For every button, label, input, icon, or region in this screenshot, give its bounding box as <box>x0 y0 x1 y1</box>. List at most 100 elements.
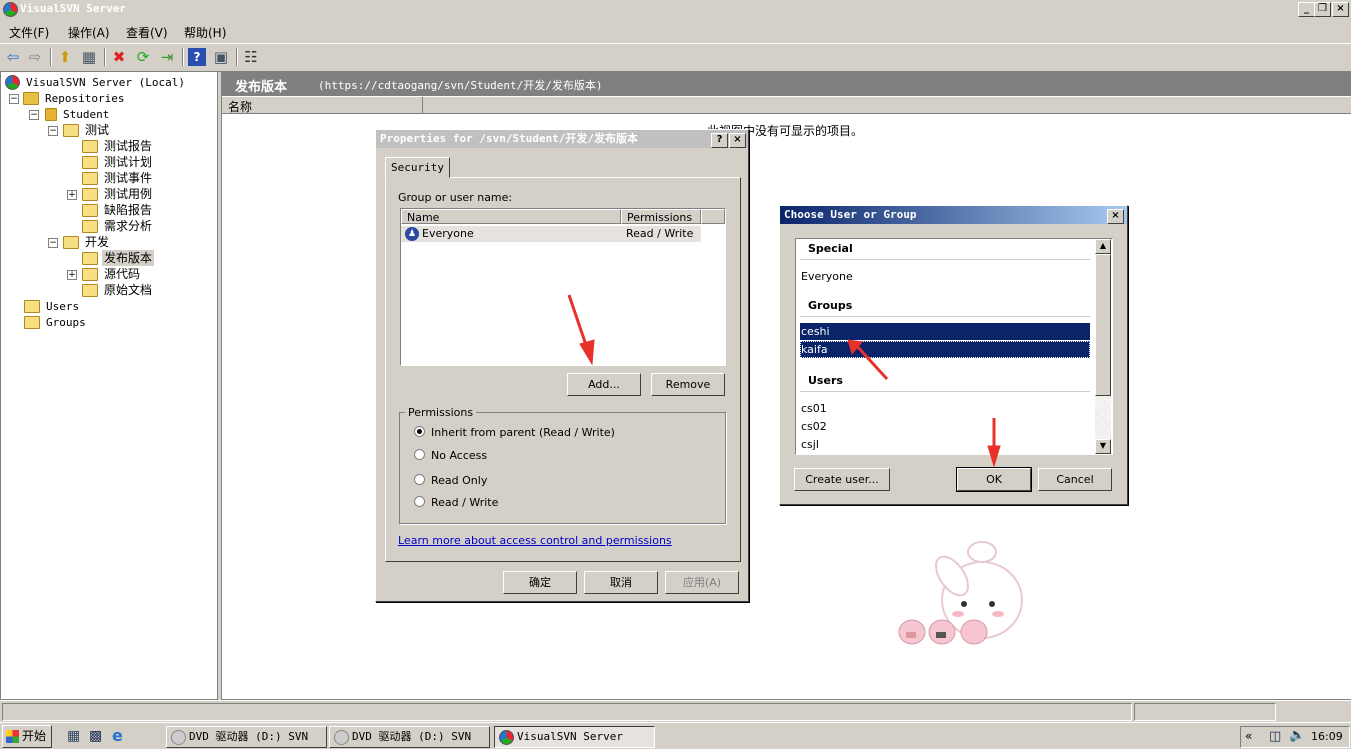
export-icon[interactable]: ⇥ <box>158 48 176 66</box>
tree-node-ceshi[interactable]: 测试 <box>63 122 111 138</box>
expand-icon[interactable]: + <box>67 270 77 280</box>
special-header: Special <box>808 242 853 255</box>
tree-node-docs[interactable]: 原始文档 <box>82 282 154 298</box>
refresh-icon[interactable]: ⟳ <box>134 48 152 66</box>
collapse-icon[interactable]: − <box>48 126 58 136</box>
col-permissions[interactable]: Permissions <box>621 209 701 224</box>
list-item-kaifa[interactable]: kaifa <box>800 341 1090 358</box>
close-window-button[interactable]: × <box>1332 2 1349 17</box>
task-dvd-1[interactable]: DVD 驱动器 (D:) SVN <box>166 726 327 748</box>
forward-icon[interactable]: ⇨ <box>26 48 44 66</box>
desktop-icon[interactable]: ▩ <box>89 728 102 744</box>
divider <box>800 259 1090 260</box>
acl-row-perm: Read / Write <box>626 227 694 240</box>
restore-button[interactable]: ❐ <box>1314 2 1331 17</box>
tray-chevron[interactable]: « <box>1245 729 1252 743</box>
task-dvd-2[interactable]: DVD 驱动器 (D:) SVN <box>329 726 490 748</box>
network-icon[interactable]: ◫ <box>1269 729 1281 744</box>
folder-icon <box>63 124 79 137</box>
tree-node-student[interactable]: Student <box>45 106 111 122</box>
col-name[interactable]: Name <box>401 209 621 224</box>
back-icon[interactable]: ⇦ <box>4 48 22 66</box>
permissions-group-label: Permissions <box>405 406 477 419</box>
tree-node-source[interactable]: 源代码 <box>82 266 142 282</box>
tree-node-label: 发布版本 <box>102 250 155 266</box>
list-item-cs01[interactable]: cs01 <box>801 402 827 415</box>
folder-icon <box>63 236 79 249</box>
menu-view[interactable]: 查看(V) <box>126 24 168 41</box>
minimize-button[interactable]: _ <box>1298 2 1315 17</box>
tree-node-ceshi-case[interactable]: 测试用例 <box>82 186 154 202</box>
scroll-thumb[interactable] <box>1095 254 1111 396</box>
choose-list[interactable]: Special Everyone Groups ceshi kaifa User… <box>795 238 1113 455</box>
tree-node-users[interactable]: Users <box>24 298 81 314</box>
ok-button[interactable]: OK <box>956 467 1032 492</box>
delete-icon[interactable]: ✖ <box>110 48 128 66</box>
tree-node-label: Student <box>63 108 110 121</box>
help-icon[interactable]: ? <box>188 48 206 66</box>
radio-label: Inherit from parent (Read / Write) <box>431 426 615 439</box>
tree-node-server[interactable]: VisualSVN Server (Local) <box>5 74 187 90</box>
remove-button[interactable]: Remove <box>651 373 725 396</box>
close-icon[interactable]: × <box>1107 209 1124 224</box>
start-label: 开始 <box>22 729 47 743</box>
cancel-button[interactable]: Cancel <box>1038 468 1112 491</box>
cancel-button[interactable]: 取消 <box>584 571 658 594</box>
menu-action[interactable]: 操作(A) <box>68 24 110 41</box>
toolbar-separator <box>182 48 184 66</box>
radio-read-only[interactable]: Read Only <box>414 474 487 487</box>
tree-node-ceshi-report[interactable]: 测试报告 <box>82 138 154 154</box>
up-icon[interactable]: ⬆ <box>56 48 74 66</box>
folder-icon <box>24 300 40 313</box>
tree-node-ceshi-defect[interactable]: 缺陷报告 <box>82 202 154 218</box>
list-item-label: kaifa <box>801 343 828 356</box>
tree-node-ceshi-plan[interactable]: 测试计划 <box>82 154 154 170</box>
properties-icon[interactable]: ☷ <box>242 48 260 66</box>
expand-icon[interactable]: + <box>67 190 77 200</box>
scroll-down-icon[interactable]: ▼ <box>1095 439 1111 454</box>
tree-node-ceshi-event[interactable]: 测试事件 <box>82 170 154 186</box>
add-button[interactable]: Add... <box>567 373 641 396</box>
view-icon[interactable]: ▦ <box>80 48 98 66</box>
collapse-icon[interactable]: − <box>48 238 58 248</box>
collapse-icon[interactable]: − <box>9 94 19 104</box>
panel-icon[interactable]: ▣ <box>212 48 230 66</box>
server-manager-icon[interactable]: ▦ <box>67 728 80 744</box>
tab-security[interactable]: Security <box>385 157 450 178</box>
task-visualsvn[interactable]: VisualSVN Server <box>494 726 655 748</box>
tree-node-kaifa[interactable]: 开发 <box>63 234 111 250</box>
apply-button[interactable]: 应用(A) <box>665 571 739 594</box>
create-user-button[interactable]: Create user... <box>794 468 890 491</box>
column-name[interactable]: 名称 <box>228 98 252 115</box>
acl-list[interactable]: Name Permissions ♟ Everyone Read / Write <box>400 208 726 366</box>
tree-node-ceshi-req[interactable]: 需求分析 <box>82 218 154 234</box>
scrollbar[interactable]: ▲ ▼ <box>1095 239 1111 454</box>
radio-read-write[interactable]: Read / Write <box>414 496 498 509</box>
tree-node-repositories[interactable]: Repositories <box>23 90 126 106</box>
collapse-icon[interactable]: − <box>29 110 39 120</box>
list-item-cs02[interactable]: cs02 <box>801 420 827 433</box>
taskbar: 开始 ▦ ▩ e DVD 驱动器 (D:) SVN DVD 驱动器 (D:) S… <box>0 722 1351 749</box>
list-item-ceshi[interactable]: ceshi <box>800 323 1090 340</box>
list-item-everyone[interactable]: Everyone <box>801 270 853 283</box>
close-icon[interactable]: × <box>729 133 746 148</box>
tree-panel: VisualSVN Server (Local) − Repositories … <box>0 71 218 700</box>
choose-title: Choose User or Group <box>784 208 917 221</box>
list-item-csjl[interactable]: csjl <box>801 438 819 451</box>
radio-no-access[interactable]: No Access <box>414 449 487 462</box>
volume-muted-icon[interactable]: 🔈 <box>1289 728 1305 743</box>
list-item-label: ceshi <box>801 325 830 338</box>
ie-icon[interactable]: e <box>112 726 123 745</box>
menu-help[interactable]: 帮助(H) <box>184 24 226 41</box>
acl-row[interactable]: ♟ Everyone Read / Write <box>401 226 701 242</box>
learn-more-link[interactable]: Learn more about access control and perm… <box>398 534 672 547</box>
help-icon[interactable]: ? <box>711 133 728 148</box>
task-label: DVD 驱动器 (D:) SVN <box>189 730 309 743</box>
scroll-up-icon[interactable]: ▲ <box>1095 239 1111 254</box>
menu-file[interactable]: 文件(F) <box>9 24 49 41</box>
start-button[interactable]: 开始 <box>2 725 52 748</box>
tree-node-release[interactable]: 发布版本 <box>82 250 155 266</box>
ok-button[interactable]: 确定 <box>503 571 577 594</box>
tree-node-groups[interactable]: Groups <box>24 314 88 330</box>
radio-inherit[interactable]: Inherit from parent (Read / Write) <box>414 426 615 439</box>
